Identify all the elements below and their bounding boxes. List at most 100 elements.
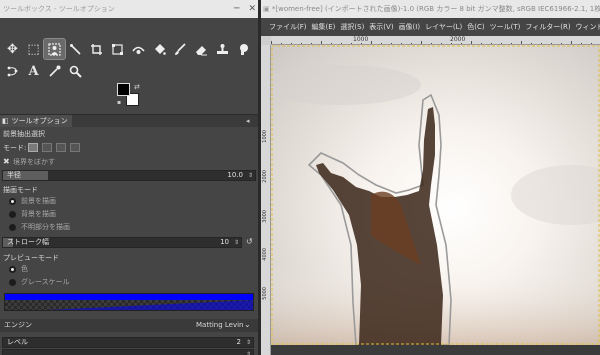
preview-color-button[interactable]	[4, 293, 254, 311]
ruler-top-ticks	[271, 41, 592, 44]
paintbrush-tool-icon[interactable]	[170, 39, 191, 59]
tool-name: 前景抽出選択	[3, 130, 45, 138]
preview-mode-label: プレビューモード	[3, 254, 59, 262]
minimize-button[interactable]: ─	[234, 3, 239, 15]
menu-bar: ファイル(F) 編集(E) 選択(S) 表示(V) 画像(I) レイヤー(L) …	[261, 18, 600, 36]
toolbox-title-bar: ツールボックス - ツールオプション ─ ✕	[0, 0, 258, 18]
chevron-down-icon[interactable]: ⌄	[244, 320, 251, 330]
preview-color-label: 色	[21, 265, 28, 273]
ruler-left-label: 3000	[262, 210, 268, 223]
stroke-width-value: 10	[220, 238, 229, 246]
smudge-tool-icon[interactable]	[233, 39, 254, 59]
photo-woman-raising-arm	[271, 45, 600, 345]
draw-unknown-label: 不明部分を描画	[21, 223, 70, 231]
tool-row-2: A	[2, 60, 258, 82]
image-window: ▣ *[women-free] (インポートされた画像)-1.0 (RGB カラ…	[261, 0, 600, 355]
text-tool-icon[interactable]: A	[23, 61, 44, 81]
ruler-left[interactable]: 1000 2000 3000 4000 5000	[261, 45, 271, 355]
engine-value: Matting Levin	[196, 321, 244, 329]
menu-tools[interactable]: ツール(T)	[490, 18, 521, 36]
zoom-tool-icon[interactable]	[65, 61, 86, 81]
radius-slider[interactable]: 半径 10.0 ⇕	[2, 170, 256, 181]
draw-mode-label: 描画モード	[3, 186, 38, 194]
active-levels-slider[interactable]: ⇕	[2, 349, 254, 355]
draw-unknown-radio[interactable]	[9, 224, 16, 231]
bucket-fill-tool-icon[interactable]	[149, 39, 170, 59]
menu-layer[interactable]: レイヤー(L)	[425, 18, 462, 36]
gimp-icon: ▣	[263, 5, 270, 13]
tab-menu-icon[interactable]: ◂	[246, 117, 254, 125]
mode-add-button[interactable]	[42, 143, 52, 152]
fuzzy-select-tool-icon[interactable]	[65, 39, 86, 59]
ruler-left-label: 1000	[262, 130, 268, 143]
menu-edit[interactable]: 編集(E)	[312, 18, 336, 36]
radius-value: 10.0	[227, 171, 243, 179]
radius-label: 半径	[7, 171, 21, 179]
mode-replace-button[interactable]	[28, 143, 38, 152]
image-canvas[interactable]	[271, 45, 600, 345]
menu-filters[interactable]: フィルター(R)	[525, 18, 570, 36]
ruler-left-label: 4000	[262, 248, 268, 261]
foreground-select-tool-icon[interactable]	[43, 38, 66, 60]
ruler-top[interactable]: 1000 2000	[271, 36, 600, 45]
swap-colors-icon[interactable]: ⇄	[134, 83, 140, 91]
menu-file[interactable]: ファイル(F)	[269, 18, 307, 36]
move-tool-icon[interactable]: ✥	[2, 39, 23, 59]
toolbox-title: ツールボックス - ツールオプション	[3, 5, 115, 13]
levels-spin-icon[interactable]: ⇕	[246, 338, 251, 347]
tool-grid: ✥ ⬚ A	[2, 38, 258, 82]
engine-label: エンジン	[4, 321, 32, 329]
menu-view[interactable]: 表示(V)	[369, 18, 393, 36]
rect-select-tool-icon[interactable]: ⬚	[23, 39, 44, 59]
warp-transform-tool-icon[interactable]	[128, 39, 149, 59]
canvas-bottom-area	[271, 345, 600, 355]
antialias-checkbox[interactable]: ✖	[3, 157, 10, 167]
window-controls: ─ ✕	[234, 3, 256, 15]
paths-tool-icon[interactable]	[2, 61, 23, 81]
toolbox-dock: ツールボックス - ツールオプション ─ ✕ ✥ ⬚ A ⇄ ▪ ◧ ツールオプ…	[0, 0, 258, 355]
image-title-bar: ▣ *[women-free] (インポートされた画像)-1.0 (RGB カラ…	[261, 0, 600, 18]
stroke-width-label: ストローク幅	[7, 238, 49, 246]
draw-background-label: 背景を描画	[21, 210, 56, 218]
color-picker-tool-icon[interactable]	[44, 61, 65, 81]
stroke-spin-icon[interactable]: ⇕	[234, 238, 239, 247]
menu-windows[interactable]: ウィンドウ	[576, 18, 600, 36]
levels-label: レベル	[7, 338, 28, 346]
menu-image[interactable]: 画像(I)	[399, 18, 421, 36]
mode-label: モード:	[3, 144, 27, 152]
radius-spin-icon[interactable]: ⇕	[248, 171, 253, 180]
active-levels-spin-icon[interactable]: ⇕	[246, 350, 251, 355]
mode-subtract-button[interactable]	[56, 143, 66, 152]
draw-background-radio[interactable]	[9, 211, 16, 218]
close-button[interactable]: ✕	[248, 3, 256, 15]
draw-foreground-label: 前景を描画	[21, 197, 56, 205]
preview-grayscale-radio[interactable]	[9, 279, 16, 286]
crop-tool-icon[interactable]	[86, 39, 107, 59]
menu-select[interactable]: 選択(S)	[340, 18, 364, 36]
tool-options-tabbar: ◧ ツールオプション ◂	[0, 114, 258, 128]
fg-bg-color-selector: ⇄ ▪	[117, 83, 143, 109]
ruler-corner	[261, 36, 271, 45]
ruler-top-label: 1000	[353, 36, 369, 43]
levels-value: 2	[236, 338, 241, 346]
ruler-left-label: 5000	[262, 287, 268, 300]
image-title: *[women-free] (インポートされた画像)-1.0 (RGB カラー …	[271, 5, 600, 13]
engine-row[interactable]: エンジン Matting Levin ⌄	[0, 319, 258, 332]
levels-slider[interactable]: レベル 2 ⇕	[2, 337, 254, 348]
mode-intersect-button[interactable]	[70, 143, 80, 152]
foreground-color-swatch[interactable]	[117, 83, 130, 96]
tool-options-panel: 前景抽出選択 モード: ✖ 境界をぼかす 半径 10.0 ⇕ 描画モード 前景を…	[0, 127, 258, 355]
menu-colors[interactable]: 色(C)	[467, 18, 484, 36]
stroke-width-slider[interactable]: ストローク幅 10 ⇕	[2, 237, 242, 248]
antialias-label: 境界をぼかす	[13, 158, 55, 166]
unified-transform-tool-icon[interactable]	[107, 39, 128, 59]
reset-stroke-icon[interactable]: ↺	[246, 237, 253, 247]
tool-row-1: ✥ ⬚	[2, 38, 258, 60]
ruler-top-label: 2000	[450, 36, 466, 43]
default-colors-icon[interactable]: ▪	[117, 99, 121, 106]
preview-color-radio[interactable]	[9, 266, 16, 273]
ruler-left-label: 2000	[262, 170, 268, 183]
draw-foreground-radio[interactable]	[9, 198, 16, 205]
eraser-tool-icon[interactable]	[191, 39, 212, 59]
clone-tool-icon[interactable]	[212, 39, 233, 59]
